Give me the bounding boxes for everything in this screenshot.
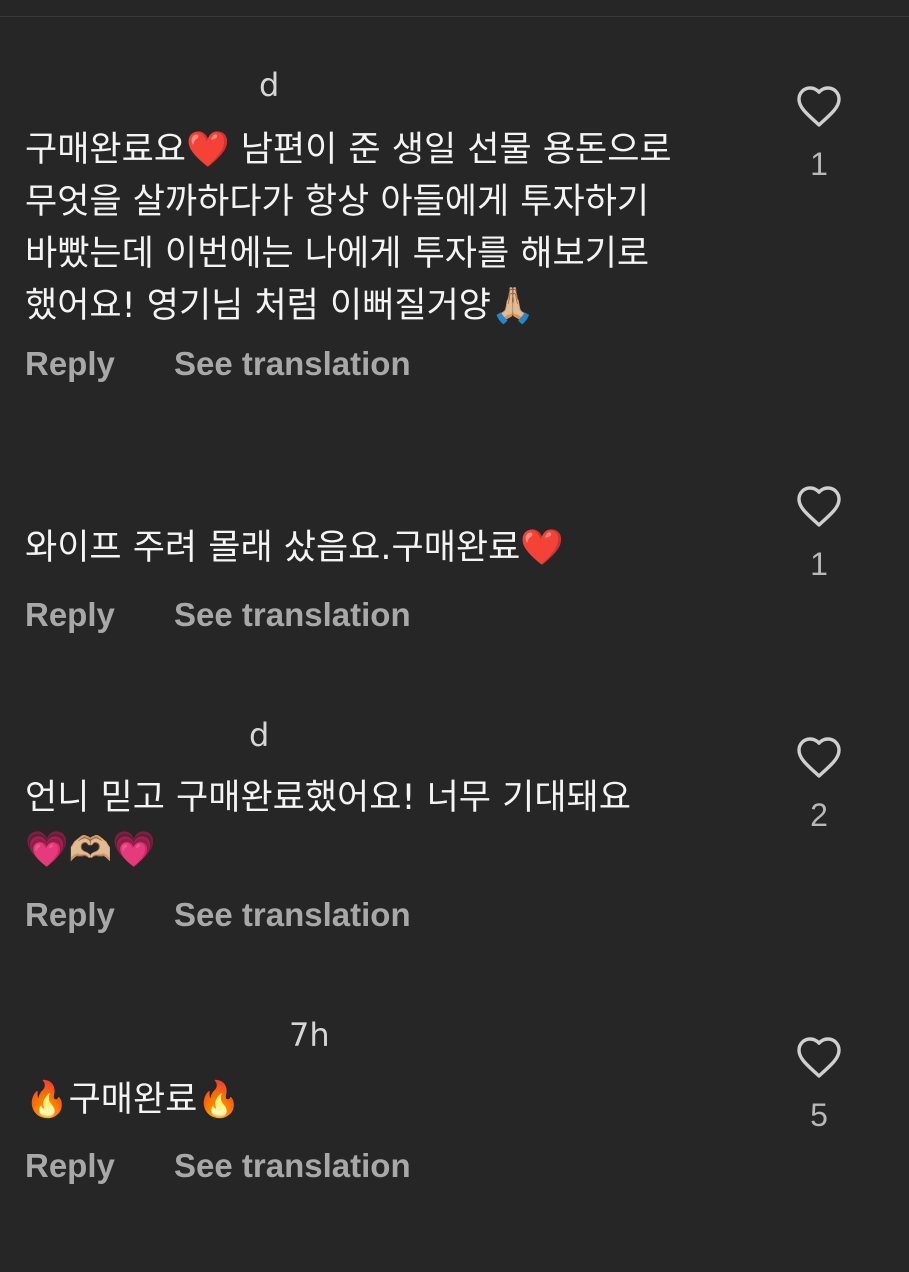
heart-outline-icon [797, 486, 841, 527]
username-masked [25, 1016, 275, 1054]
comment-actions: Reply See translation [25, 895, 411, 935]
comment-actions: Reply See translation [25, 1146, 411, 1186]
see-translation-button[interactable]: See translation [174, 344, 411, 384]
username-visible: d [259, 66, 280, 104]
top-divider [0, 16, 909, 17]
like-count: 1 [810, 546, 828, 582]
like-button[interactable]: 2 [790, 735, 848, 834]
username-masked [25, 716, 235, 754]
comment-text: 구매완료요❤️ 남편이 준 생일 선물 용돈으로 무엇을 살까하다가 항상 아들… [25, 130, 672, 326]
comment-actions: Reply See translation [25, 595, 411, 635]
username[interactable] [25, 462, 485, 500]
like-button[interactable]: 1 [790, 484, 848, 583]
like-button[interactable]: 1 [790, 84, 848, 183]
username-visible: d [249, 716, 270, 754]
username-masked [25, 66, 245, 104]
comment-text: 🔥구매완료🔥 [25, 1080, 241, 1120]
like-count: 2 [810, 797, 828, 833]
reply-button[interactable]: Reply [25, 344, 115, 384]
comment-timestamp: 7h [289, 1016, 330, 1054]
see-translation-button[interactable]: See translation [174, 895, 411, 935]
heart-outline-icon [797, 86, 841, 127]
see-translation-button[interactable]: See translation [174, 595, 411, 635]
username[interactable]: d [25, 66, 485, 104]
comment-text: 와이프 주려 몰래 샀음요.구매완료❤️ [25, 528, 564, 568]
heart-outline-icon [797, 1037, 841, 1078]
comment-text: 언니 믿고 구매완료했어요! 너무 기대돼요 💗🫶🏼💗 [25, 778, 631, 870]
username[interactable]: 7h [25, 1016, 485, 1054]
comment-actions: Reply See translation [25, 344, 411, 384]
like-count: 5 [810, 1097, 828, 1133]
username-masked [25, 462, 225, 500]
like-button[interactable]: 5 [790, 1035, 848, 1134]
see-translation-button[interactable]: See translation [174, 1146, 411, 1186]
reply-button[interactable]: Reply [25, 895, 115, 935]
heart-outline-icon [797, 737, 841, 778]
reply-button[interactable]: Reply [25, 595, 115, 635]
like-count: 1 [810, 146, 828, 182]
username[interactable]: d [25, 716, 485, 754]
reply-button[interactable]: Reply [25, 1146, 115, 1186]
